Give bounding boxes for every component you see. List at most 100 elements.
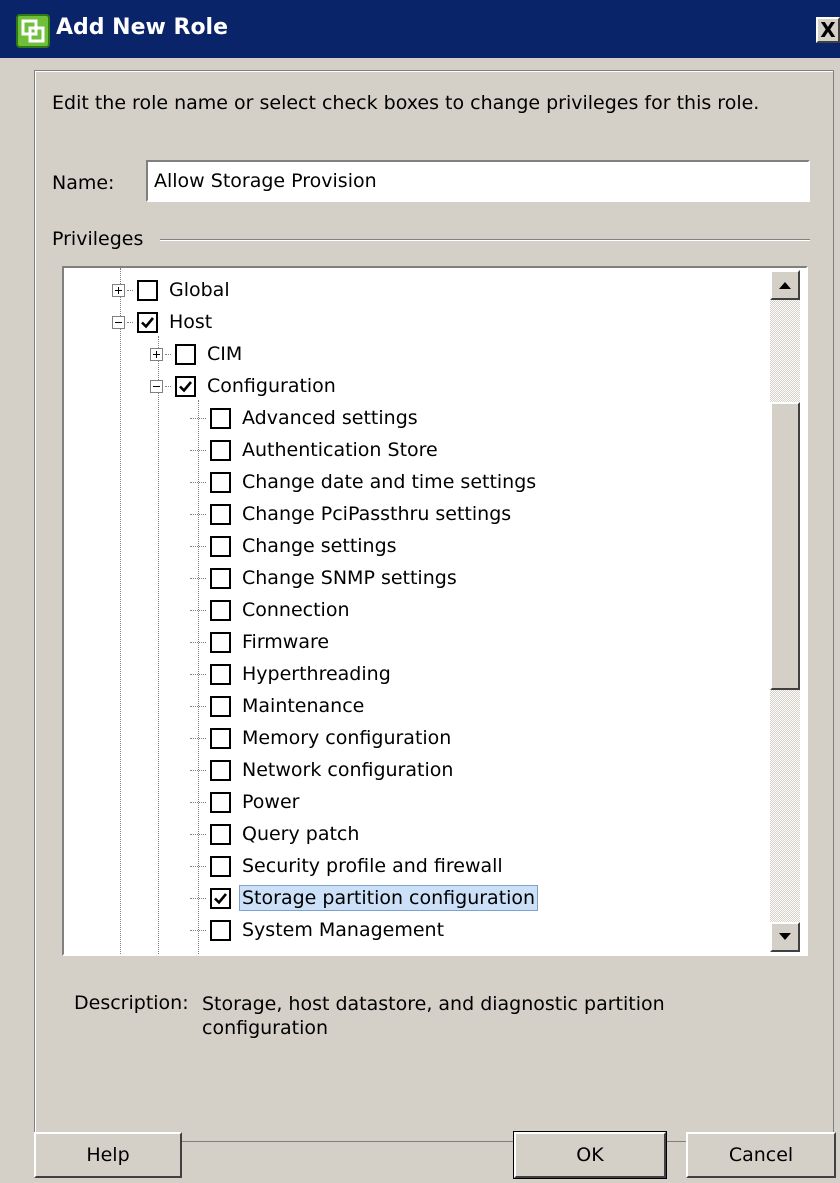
tree-item[interactable]: Advanced settings (190, 402, 421, 434)
ok-button[interactable]: OK (513, 1131, 667, 1179)
tree-item-label: Advanced settings (242, 407, 418, 429)
tree-connector (190, 737, 206, 739)
tree-item-label: Storage partition configuration (239, 885, 539, 911)
privilege-checkbox[interactable] (175, 375, 196, 397)
privileges-divider (160, 239, 810, 241)
tree-connector (190, 641, 206, 643)
privilege-checkbox[interactable] (137, 311, 158, 333)
close-button[interactable]: X (816, 17, 840, 43)
checkmark-icon (214, 892, 228, 904)
tree-item[interactable]: System Management (190, 914, 447, 946)
description-label: Description: (74, 992, 189, 1014)
checkmark-icon (179, 380, 193, 392)
privilege-checkbox[interactable] (210, 695, 231, 717)
tree-item[interactable]: Memory configuration (190, 722, 454, 754)
tree-item[interactable]: Storage partition configuration (190, 882, 539, 914)
tree-item[interactable]: Change date and time settings (190, 466, 539, 498)
tree-item-label: Change settings (242, 535, 397, 557)
vsphere-role-icon (16, 14, 50, 48)
privilege-checkbox[interactable] (210, 727, 231, 749)
privilege-checkbox[interactable] (210, 567, 231, 589)
scroll-thumb[interactable] (770, 402, 800, 690)
tree-item[interactable]: Hyperthreading (190, 658, 394, 690)
tree-item-label: Configuration (207, 375, 336, 397)
tree-item[interactable]: Maintenance (190, 690, 367, 722)
tree-item[interactable]: Query patch (190, 818, 362, 850)
tree-item-label: Authentication Store (242, 439, 438, 461)
tree-item-label: Network configuration (242, 759, 454, 781)
privilege-checkbox[interactable] (137, 279, 158, 301)
privilege-checkbox[interactable] (175, 343, 196, 365)
tree-connector (127, 321, 133, 323)
tree-item[interactable]: CIM (150, 338, 245, 370)
tree-item-label: Hyperthreading (242, 663, 391, 685)
tree-item[interactable]: Global (112, 274, 233, 306)
tree-item[interactable]: Authentication Store (190, 434, 441, 466)
privilege-checkbox[interactable] (210, 439, 231, 461)
privileges-tree[interactable]: Global Host CIM Configuration Advanced setti… (62, 266, 808, 956)
tree-item-label: Power (242, 791, 300, 813)
tree-item[interactable]: Firmware (190, 626, 332, 658)
tree-item[interactable]: Connection (190, 594, 353, 626)
role-name-input[interactable] (146, 160, 810, 202)
privilege-checkbox[interactable] (210, 503, 231, 525)
tree-item-label: System Management (242, 919, 445, 941)
tree-item-label: Security profile and firewall (242, 855, 503, 877)
minus-icon[interactable] (150, 379, 163, 393)
title-bar: Add New Role X (0, 0, 840, 58)
window-title: Add New Role (56, 15, 229, 40)
privilege-checkbox[interactable] (210, 407, 231, 429)
scroll-up-arrow-icon (779, 282, 791, 289)
privilege-checkbox[interactable] (210, 471, 231, 493)
tree-connector (190, 897, 206, 899)
description-text: Storage, host datastore, and diagnostic … (202, 993, 665, 1039)
tree-connector (190, 865, 206, 867)
tree-connector (190, 705, 206, 707)
tree-item-label: Host (169, 311, 213, 333)
close-icon: X (820, 18, 836, 42)
cancel-button[interactable]: Cancel (686, 1132, 836, 1178)
tree-item-label: Change date and time settings (242, 471, 537, 493)
tree-item[interactable]: Security profile and firewall (190, 850, 506, 882)
plus-icon[interactable] (150, 347, 163, 361)
privilege-checkbox[interactable] (210, 887, 231, 909)
privilege-checkbox[interactable] (210, 919, 231, 941)
tree-item[interactable]: Configuration (150, 370, 339, 402)
tree-connector (190, 801, 206, 803)
instructions-text: Edit the role name or select check boxes… (52, 92, 760, 114)
tree-item-label: Connection (242, 599, 350, 621)
tree-connector (190, 673, 206, 675)
tree-connector (190, 481, 206, 483)
tree-item[interactable]: Power (190, 786, 302, 818)
tree-scrollbar[interactable] (770, 270, 800, 952)
privilege-checkbox[interactable] (210, 791, 231, 813)
scroll-up-button[interactable] (770, 270, 800, 300)
tree-item[interactable]: Change PciPassthru settings (190, 498, 514, 530)
minus-icon[interactable] (112, 315, 125, 329)
help-button[interactable]: Help (34, 1132, 182, 1178)
tree-item[interactable]: Network configuration (190, 754, 456, 786)
privilege-checkbox[interactable] (210, 823, 231, 845)
privilege-checkbox[interactable] (210, 855, 231, 877)
privilege-checkbox[interactable] (210, 759, 231, 781)
privilege-checkbox[interactable] (210, 535, 231, 557)
tree-item-label: Global (169, 279, 230, 301)
tree-guide-line (120, 268, 121, 954)
tree-connector (165, 385, 171, 387)
tree-item-label: Memory configuration (242, 727, 452, 749)
plus-icon[interactable] (112, 283, 125, 297)
tree-item[interactable]: Change settings (190, 530, 400, 562)
tree-connector (190, 609, 206, 611)
tree-connector (190, 577, 206, 579)
privilege-checkbox[interactable] (210, 631, 231, 653)
tree-item[interactable]: Host (112, 306, 215, 338)
tree-item-label: Firmware (242, 631, 330, 653)
tree-item[interactable]: Change SNMP settings (190, 562, 460, 594)
scroll-down-button[interactable] (770, 922, 800, 952)
checkmark-icon (141, 316, 155, 328)
tree-connector (190, 545, 206, 547)
privilege-checkbox[interactable] (210, 599, 231, 621)
tree-item-label: Query patch (242, 823, 360, 845)
privilege-checkbox[interactable] (210, 663, 231, 685)
scroll-down-arrow-icon (779, 933, 791, 940)
